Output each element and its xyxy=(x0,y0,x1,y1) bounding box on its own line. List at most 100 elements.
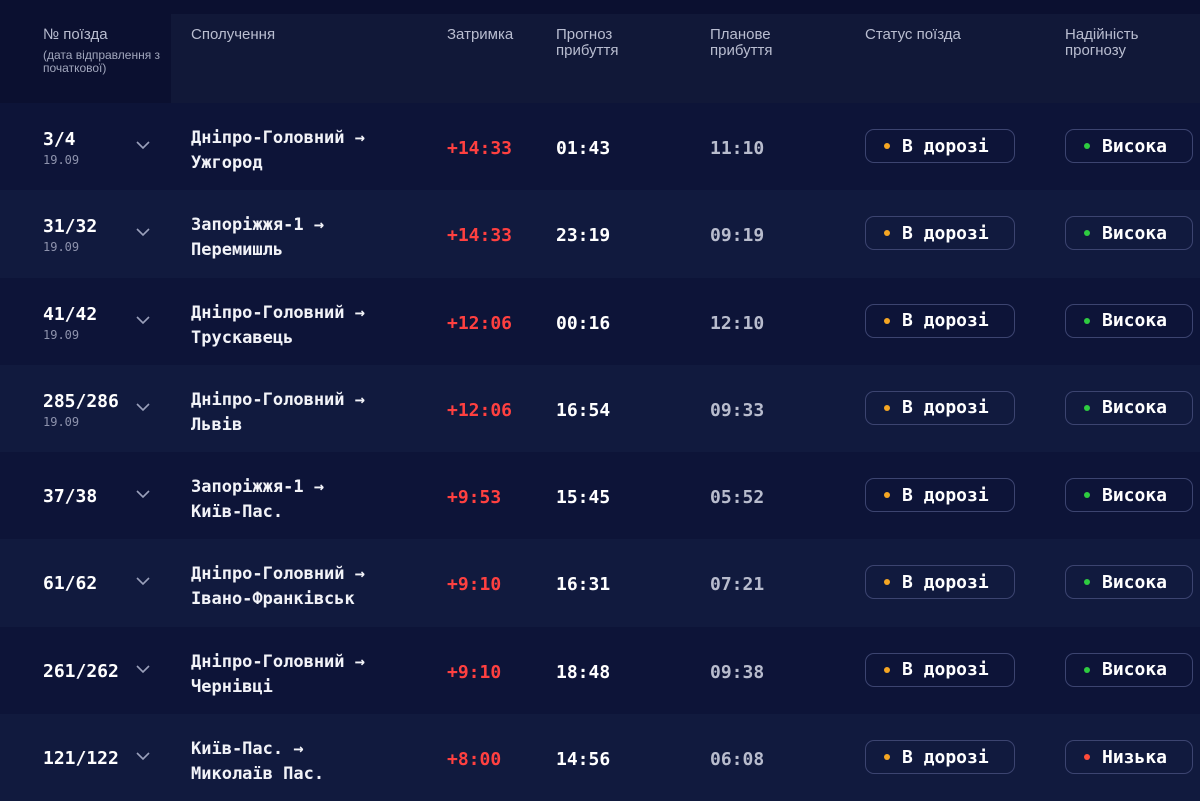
route: Дніпро-Головний → Львів xyxy=(191,388,365,438)
header-train-number: № поїзда (дата відправлення з початкової… xyxy=(43,27,163,75)
status-badge: В дорозі xyxy=(865,129,1015,163)
chevron-down-icon[interactable] xyxy=(135,486,151,502)
reliability-dot-icon xyxy=(1084,317,1090,324)
route: Запоріжжя-1 → Перемишль xyxy=(191,213,324,263)
header-train-status: Статус поїзда xyxy=(865,26,961,43)
route-from: Дніпро-Головний → xyxy=(191,389,365,410)
table-row[interactable]: 261/262 Дніпро-Головний → Чернівці +9:10 18:… xyxy=(0,626,1200,715)
train-departure-date: 19.09 xyxy=(43,414,80,429)
route-from: Дніпро-Головний → xyxy=(191,564,365,585)
chevron-down-icon[interactable] xyxy=(135,748,151,764)
table-header: № поїзда (дата відправлення з початкової… xyxy=(0,0,1200,103)
forecast-arrival: 01:43 xyxy=(556,138,611,159)
chevron-down-icon[interactable] xyxy=(135,224,151,240)
route-from: Київ-Пас. → xyxy=(191,739,304,760)
planned-arrival: 09:38 xyxy=(710,661,765,683)
train-number: 285/286 xyxy=(43,390,119,412)
route-to: Миколаїв Пас. xyxy=(191,764,325,785)
header-route: Сполучення xyxy=(191,26,276,43)
table-row[interactable]: 31/32 19.09 Запоріжжя-1 → Перемишль +14:33 23… xyxy=(0,190,1200,278)
route: Дніпро-Головний → Трускавець xyxy=(191,301,365,351)
reliability-dot-icon xyxy=(1084,579,1090,586)
forecast-arrival: 16:31 xyxy=(556,574,611,596)
reliability-label: Низька xyxy=(1102,746,1168,768)
planned-arrival: 06:08 xyxy=(710,749,765,771)
route-to: Перемишль xyxy=(191,240,284,261)
reliability-dot-icon xyxy=(1084,492,1090,499)
reliability-badge: Висока xyxy=(1065,565,1193,600)
reliability-label: Висока xyxy=(1102,135,1168,157)
chevron-down-icon[interactable] xyxy=(135,661,151,677)
chevron-down-icon[interactable] xyxy=(135,137,151,153)
status-dot-icon xyxy=(884,230,890,237)
delay-value: +8:00 xyxy=(447,749,502,771)
forecast-arrival: 18:48 xyxy=(556,661,611,683)
status-label: В дорозі xyxy=(902,222,989,244)
reliability-badge: Висока xyxy=(1065,478,1193,513)
train-departure-date: 19.09 xyxy=(43,153,80,167)
planned-arrival: 12:10 xyxy=(710,312,765,334)
chevron-down-icon[interactable] xyxy=(135,312,151,328)
planned-arrival: 07:21 xyxy=(710,574,765,596)
route-from: Дніпро-Головний → xyxy=(191,302,365,323)
reliability-dot-icon xyxy=(1084,143,1090,149)
planned-arrival: 05:52 xyxy=(710,487,765,509)
table-row[interactable]: 37/38 Запоріжжя-1 → Київ-Пас. +9:53 15:45 05:… xyxy=(0,452,1200,540)
chevron-down-icon[interactable] xyxy=(135,573,151,589)
table-row[interactable]: 41/42 19.09 Дніпро-Головний → Трускавець +12… xyxy=(0,277,1200,365)
route-from: Запоріжжя-1 → xyxy=(191,477,325,498)
table-row[interactable]: 285/286 19.09 Дніпро-Головний → Львів +12:06… xyxy=(0,364,1200,453)
forecast-arrival: 15:45 xyxy=(556,487,611,509)
route: Дніпро-Головний → Чернівці xyxy=(191,650,365,700)
status-label: В дорозі xyxy=(902,571,989,593)
reliability-label: Висока xyxy=(1102,397,1168,419)
status-label: В дорозі xyxy=(902,484,989,506)
train-departure-date: 19.09 xyxy=(43,327,80,342)
reliability-label: Висока xyxy=(1102,222,1168,244)
table-row[interactable]: 61/62 Дніпро-Головний → Івано-Франківськ +9… xyxy=(0,539,1200,627)
train-number: 121/122 xyxy=(43,748,119,770)
table-row[interactable]: 121/122 Київ-Пас. → Миколаїв Пас. +8:00 14:5… xyxy=(0,714,1200,801)
planned-arrival: 09:19 xyxy=(710,225,765,247)
delay-value: +12:06 xyxy=(447,399,513,421)
train-number: 261/262 xyxy=(43,660,119,682)
reliability-badge: Висока xyxy=(1065,303,1193,338)
status-dot-icon xyxy=(884,317,890,324)
planned-arrival: 11:10 xyxy=(710,138,765,159)
status-badge: В дорозі xyxy=(865,390,1015,425)
header-delay: Затримка xyxy=(447,26,514,43)
table-body: 3/4 19.09 Дніпро-Головний → Ужгород +14:33 01… xyxy=(0,103,1200,801)
route-to: Львів xyxy=(191,414,243,435)
reliability-badge: Висока xyxy=(1065,129,1193,163)
status-label: В дорозі xyxy=(902,135,989,157)
train-number: 61/62 xyxy=(43,573,98,595)
status-label: В дорозі xyxy=(902,659,989,681)
table-row[interactable]: 3/4 19.09 Дніпро-Головний → Ужгород +14:33 01… xyxy=(0,103,1200,191)
route-to: Ужгород xyxy=(191,153,263,173)
delay-value: +9:10 xyxy=(447,574,502,596)
header-train-label: № поїзда xyxy=(43,26,108,43)
status-dot-icon xyxy=(884,492,890,499)
status-badge: В дорозі xyxy=(865,652,1015,687)
status-label: В дорозі xyxy=(902,310,989,332)
route-to: Чернівці xyxy=(191,676,273,697)
route-to: Трускавець xyxy=(191,327,294,348)
train-departure-date: 19.09 xyxy=(43,240,80,255)
route-from: Запоріжжя-1 → xyxy=(191,215,325,236)
chevron-down-icon[interactable] xyxy=(135,399,151,415)
reliability-badge: Висока xyxy=(1065,216,1193,251)
status-badge: В дорозі xyxy=(865,478,1015,513)
train-number: 31/32 xyxy=(43,216,98,238)
route-to: Київ-Пас. xyxy=(191,502,284,523)
delay-value: +14:33 xyxy=(447,225,513,247)
reliability-label: Висока xyxy=(1102,659,1168,681)
route: Запоріжжя-1 → Київ-Пас. xyxy=(191,475,324,525)
delay-value: +12:06 xyxy=(447,312,513,334)
planned-arrival: 09:33 xyxy=(710,399,765,421)
header-forecast-reliability: Надійність прогнозу xyxy=(1065,26,1139,59)
route: Дніпро-Головний → Івано-Франківськ xyxy=(191,562,365,612)
header-background xyxy=(171,14,1200,103)
status-badge: В дорозі xyxy=(865,303,1015,338)
status-dot-icon xyxy=(884,404,890,411)
route: Київ-Пас. → Миколаїв Пас. xyxy=(191,737,324,787)
